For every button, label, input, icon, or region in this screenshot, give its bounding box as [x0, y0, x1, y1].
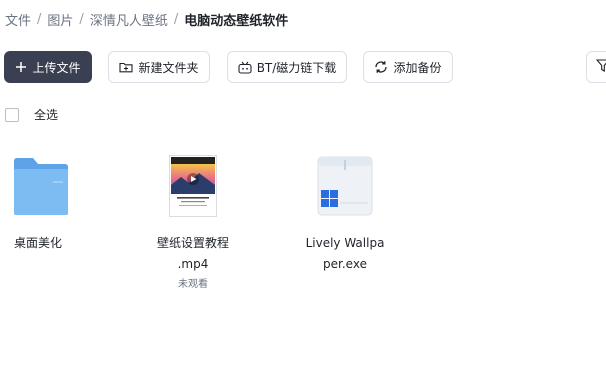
add-backup-button-label: 添加备份: [393, 60, 442, 75]
sync-icon: [374, 60, 388, 74]
filter-icon: [595, 59, 606, 75]
file-name-line2: .mp4: [177, 257, 209, 271]
select-all-checkbox[interactable]: [5, 107, 19, 122]
windows-installer-icon: [295, 155, 395, 217]
filter-button[interactable]: [586, 51, 606, 83]
bt-download-button-label: BT/磁力链下载: [256, 60, 337, 75]
select-all[interactable]: 全选: [5, 106, 58, 123]
breadcrumb: 文件 / 图片 / 深情凡人壁纸 / 电脑动态壁纸软件: [5, 10, 288, 29]
breadcrumb-current: 电脑动态壁纸软件: [184, 14, 289, 29]
video-thumbnail-icon: [143, 155, 243, 217]
folder-plus-icon: [119, 61, 134, 73]
plus-icon: [15, 61, 27, 73]
bt-download-button[interactable]: BT/磁力链下载: [227, 51, 347, 83]
breadcrumb-item-images[interactable]: 图片: [47, 10, 73, 29]
file-item-video[interactable]: 壁纸设置教程 .mp4 未观看: [143, 155, 243, 293]
folder-icon: [0, 155, 82, 217]
select-all-label: 全选: [34, 108, 59, 122]
file-name-line1: 壁纸设置教程: [156, 236, 229, 250]
file-item-folder[interactable]: 桌面美化: [0, 155, 82, 254]
new-folder-button-label: 新建文件夹: [138, 60, 199, 75]
file-name: 桌面美化: [14, 236, 63, 250]
file-name-line2: per.exe: [323, 257, 367, 271]
add-backup-button[interactable]: 添加备份: [363, 51, 453, 83]
upload-button[interactable]: 上传文件: [4, 51, 92, 83]
watch-status: 未观看: [178, 279, 208, 290]
breadcrumb-separator: /: [79, 12, 84, 27]
file-item-exe[interactable]: Lively Wallpa per.exe: [295, 155, 395, 275]
breadcrumb-item-files[interactable]: 文件: [5, 10, 31, 29]
breadcrumb-item-wallpaper[interactable]: 深情凡人壁纸: [90, 10, 168, 29]
new-folder-button[interactable]: 新建文件夹: [108, 51, 210, 83]
upload-button-label: 上传文件: [32, 60, 81, 75]
breadcrumb-separator: /: [173, 12, 179, 27]
file-name-line1: Lively Wallpa: [305, 236, 385, 250]
bt-icon: [238, 61, 252, 74]
breadcrumb-separator: /: [37, 12, 42, 27]
